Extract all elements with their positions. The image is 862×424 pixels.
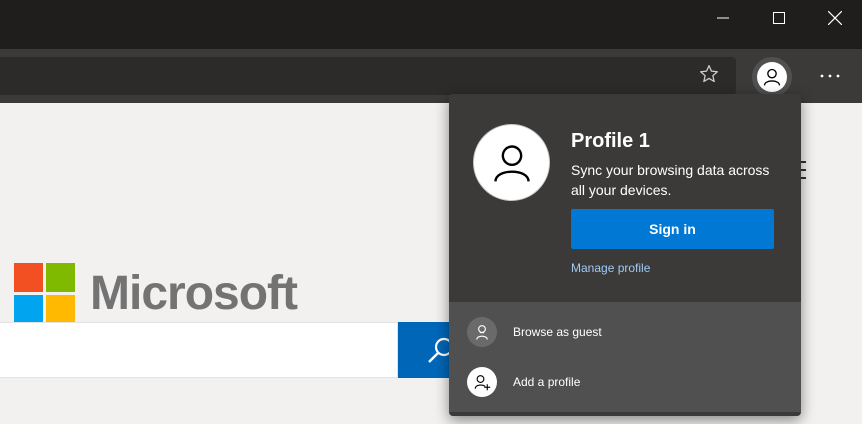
favorite-button[interactable] — [694, 59, 724, 89]
manage-profile-link[interactable]: Manage profile — [571, 260, 650, 276]
logo-square-red — [14, 263, 43, 292]
maximize-icon — [772, 12, 785, 24]
add-profile-icon — [467, 367, 497, 397]
title-bar — [0, 0, 862, 49]
profile-avatar — [473, 124, 550, 201]
avatar — [757, 62, 787, 92]
person-icon — [493, 144, 530, 182]
logo-square-yellow — [46, 295, 75, 324]
sync-description: Sync your browsing data across all your … — [571, 162, 770, 198]
star-icon — [700, 65, 718, 83]
logo-square-blue — [14, 295, 43, 324]
browse-as-guest-item[interactable]: Browse as guest — [449, 307, 801, 357]
profile-name: Profile 1 — [571, 130, 650, 152]
close-button[interactable] — [806, 0, 862, 36]
settings-more-button[interactable] — [812, 61, 848, 91]
add-profile-item[interactable]: Add a profile — [449, 357, 801, 407]
logo-square-green — [46, 263, 75, 292]
minimize-button[interactable] — [694, 0, 751, 36]
sign-in-button[interactable]: Sign in — [571, 209, 774, 249]
guest-icon — [467, 317, 497, 347]
close-icon — [827, 11, 842, 25]
brand-text: Microsoft — [90, 267, 298, 320]
profile-actions: Browse as guest Add a profile — [449, 302, 801, 412]
menu-item-label: Add a profile — [513, 375, 581, 389]
address-bar[interactable] — [0, 57, 736, 95]
profile-button[interactable] — [752, 57, 792, 97]
microsoft-logo-icon — [14, 263, 75, 324]
person-icon — [763, 68, 781, 86]
profile-flyout: Profile 1 Sync your browsing data across… — [449, 94, 801, 416]
maximize-button[interactable] — [750, 0, 807, 36]
search-input[interactable] — [0, 322, 398, 378]
minimize-icon — [716, 17, 729, 19]
menu-item-label: Browse as guest — [513, 325, 602, 339]
ellipsis-icon — [820, 74, 840, 78]
